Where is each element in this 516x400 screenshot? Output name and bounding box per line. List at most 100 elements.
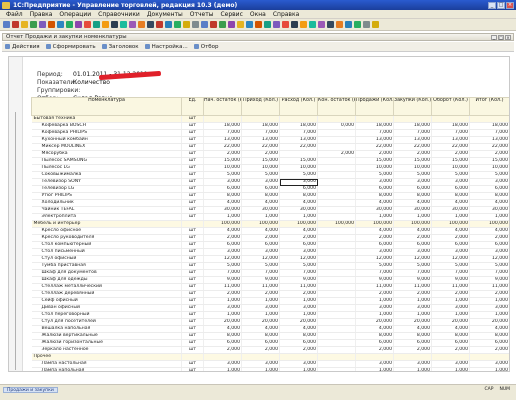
cell-value[interactable] — [279, 115, 318, 123]
menu-item-0[interactable]: Файл — [6, 11, 23, 18]
cell-value[interactable]: 22,000 — [393, 143, 432, 151]
cell-value[interactable]: 12,000 — [279, 255, 318, 263]
cell-value[interactable]: 6,000 — [431, 241, 470, 249]
cell-unit[interactable]: шт — [181, 339, 204, 347]
row-grouping-gutter[interactable] — [9, 57, 23, 371]
cell-value[interactable] — [317, 290, 356, 298]
cell-name[interactable]: Утюг PHILIPS — [31, 192, 182, 200]
cell-value[interactable]: 2,000 — [355, 150, 394, 158]
toolbar-button-icon[interactable] — [102, 21, 109, 28]
table-row[interactable]: Кресло руководителя шт 2,000 2,000 2,000 2,00… — [31, 234, 509, 242]
table-row[interactable]: Мясорубка шт 2,000 2,000 2,000 2,000 2,000 2,00… — [31, 150, 509, 158]
cell-value[interactable]: 13,000 — [203, 136, 242, 144]
cell-value[interactable]: 1,000 — [355, 367, 394, 371]
cell-value[interactable]: 15,000 — [241, 157, 280, 165]
cell-value[interactable] — [431, 353, 470, 361]
toolbar-button-icon[interactable] — [282, 21, 289, 28]
table-row[interactable]: Стол компьютерный шт 6,000 6,000 6,000 6,000 6… — [31, 241, 509, 249]
cell-value[interactable]: 2,000 — [393, 346, 432, 354]
cell-unit[interactable]: шт — [181, 213, 204, 221]
cell-value[interactable] — [317, 262, 356, 270]
table-row[interactable]: Холодильник шт 4,000 4,000 4,000 4,000 4,000 4,… — [31, 199, 509, 207]
cell-name[interactable]: Диван офисный — [31, 304, 182, 312]
cell-value[interactable]: 1,000 — [393, 297, 432, 305]
cell-name[interactable]: Соковыжималка — [31, 171, 182, 179]
cell-value[interactable]: 3,000 — [469, 248, 509, 256]
cell-value[interactable] — [317, 269, 356, 277]
cell-value[interactable]: 3,000 — [241, 248, 280, 256]
cell-value[interactable] — [317, 241, 356, 249]
cell-value[interactable]: 30,000 — [241, 206, 280, 214]
cell-value[interactable]: 2,000 — [431, 150, 470, 158]
cell-value[interactable]: 7,000 — [279, 269, 318, 277]
toolbar-button-icon[interactable] — [336, 21, 343, 28]
cell-value[interactable]: 20,000 — [431, 318, 470, 326]
cell-value[interactable]: 8,000 — [393, 332, 432, 340]
cell-value[interactable]: 7,000 — [279, 129, 318, 137]
cell-value[interactable] — [317, 136, 356, 144]
cell-value[interactable] — [279, 353, 318, 361]
cell-value[interactable] — [317, 311, 356, 319]
cell-value[interactable]: 22,000 — [355, 143, 394, 151]
cell-value[interactable] — [317, 255, 356, 263]
cell-unit[interactable]: шт — [181, 150, 204, 158]
toolbar-button-icon[interactable] — [210, 21, 217, 28]
cell-value[interactable]: 15,000 — [279, 157, 318, 165]
cell-value[interactable]: 7,000 — [241, 129, 280, 137]
table-row[interactable]: Стол письменный шт 3,000 3,000 3,000 3,000 3,0… — [31, 248, 509, 256]
cell-value[interactable] — [241, 115, 280, 123]
cell-value[interactable]: 4,000 — [355, 199, 394, 207]
toolbar-button-icon[interactable] — [84, 21, 91, 28]
cell-value[interactable]: 3,000 — [355, 178, 394, 186]
cell-value[interactable]: 11,000 — [431, 283, 470, 291]
cell-value[interactable]: 20,000 — [203, 318, 242, 326]
toolbar-button-icon[interactable] — [165, 21, 172, 28]
table-row[interactable]: Шкаф для одежды шт 9,000 9,000 9,000 9,000 9,0… — [31, 276, 509, 284]
toolbar-button-icon[interactable] — [138, 21, 145, 28]
cell-value[interactable]: 1,000 — [393, 213, 432, 221]
toolbar-button-icon[interactable] — [255, 21, 262, 28]
cell-value[interactable]: 3,000 — [355, 360, 394, 368]
cell-value[interactable]: 6,000 — [241, 185, 280, 193]
toolbar-button-icon[interactable] — [174, 21, 181, 28]
cell-value[interactable]: 4,000 — [431, 325, 470, 333]
cell-unit[interactable]: шт — [181, 248, 204, 256]
cell-value[interactable]: 5,000 — [203, 262, 242, 270]
table-row[interactable]: Кофеварка PHILIPS шт 7,000 7,000 7,000 7,000 7… — [31, 129, 509, 137]
cell-value[interactable]: 6,000 — [355, 241, 394, 249]
cell-value[interactable]: 4,000 — [393, 227, 432, 235]
toolbar-button-icon[interactable] — [372, 21, 379, 28]
menu-item-3[interactable]: Справочники — [98, 11, 140, 18]
doc-toolbar-item[interactable]: Заголовок — [101, 44, 139, 50]
cell-value[interactable]: 3,000 — [203, 304, 242, 312]
cell-value[interactable]: 13,000 — [469, 136, 509, 144]
cell-value[interactable]: 4,000 — [393, 325, 432, 333]
cell-unit[interactable]: шт — [181, 325, 204, 333]
toolbar-button-icon[interactable] — [39, 21, 46, 28]
cell-unit[interactable]: шт — [181, 178, 204, 186]
menu-item-1[interactable]: Правка — [30, 11, 53, 18]
cell-value[interactable]: 5,000 — [355, 171, 394, 179]
cell-value[interactable]: 22,000 — [279, 143, 318, 151]
cell-name[interactable]: Пылесос SAMSUNG — [31, 157, 182, 165]
cell-name[interactable]: Стул офисный — [31, 255, 182, 263]
toolbar-button-icon[interactable] — [66, 21, 73, 28]
cell-name[interactable]: Кофеварка BOSCH — [31, 122, 182, 130]
cell-value[interactable]: 20,000 — [241, 318, 280, 326]
cell-value[interactable]: 8,000 — [355, 192, 394, 200]
cell-value[interactable]: 6,000 — [279, 241, 318, 249]
doc-maximize-button[interactable]: □ — [498, 34, 504, 40]
cell-unit[interactable]: шт — [181, 367, 204, 371]
cell-value[interactable]: 5,000 — [393, 171, 432, 179]
cell-value[interactable]: 9,000 — [355, 276, 394, 284]
cell-value[interactable]: 2,000 — [469, 290, 509, 298]
cell-value[interactable]: 30,000 — [469, 206, 509, 214]
cell-value[interactable] — [317, 332, 356, 340]
cell-value[interactable] — [355, 353, 394, 361]
toolbar-button-icon[interactable] — [228, 21, 235, 28]
toolbar-button-icon[interactable] — [57, 21, 64, 28]
cell-value[interactable]: 9,000 — [393, 276, 432, 284]
cell-unit[interactable]: шт — [181, 115, 204, 123]
cell-value[interactable]: 30,000 — [355, 206, 394, 214]
cell-value[interactable]: 9,000 — [279, 276, 318, 284]
